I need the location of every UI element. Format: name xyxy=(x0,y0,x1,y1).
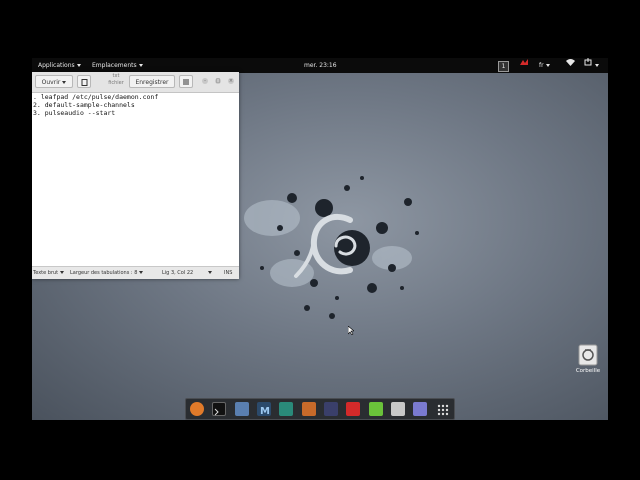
language-selector[interactable]: fr xyxy=(539,58,550,73)
menu-icon xyxy=(183,79,189,85)
language-label: fr xyxy=(539,62,544,69)
text-line: 3. pulseaudio --start xyxy=(33,109,116,117)
clock[interactable]: mer. 23:16 xyxy=(304,58,337,73)
open-button[interactable]: Ouvrir xyxy=(35,75,73,88)
text-line: 2. default-sample-channels xyxy=(33,101,135,109)
editor-headerbar: Ouvrir txt fichier Enregistrer - □ × xyxy=(32,72,239,93)
power-menu[interactable] xyxy=(584,58,599,73)
save-button[interactable]: Enregistrer xyxy=(129,75,175,88)
hacker-tool-icon[interactable] xyxy=(279,402,293,416)
places-menu[interactable]: Emplacements xyxy=(92,58,143,73)
debian-swirl-wallpaper xyxy=(244,176,419,319)
chevron-down-icon xyxy=(60,271,65,274)
trash-desktop-icon[interactable]: Corbeille xyxy=(570,344,606,374)
chevron-down-icon xyxy=(62,81,67,84)
new-document-button[interactable] xyxy=(77,75,91,88)
terminal-icon[interactable] xyxy=(212,402,226,416)
window-title: txt fichier xyxy=(104,73,128,87)
syntax-selector[interactable]: Texte brut xyxy=(33,267,65,279)
chevron-down-icon xyxy=(545,64,550,67)
mouse-cursor-icon xyxy=(348,326,354,335)
files-icon[interactable] xyxy=(235,402,249,416)
close-icon[interactable]: × xyxy=(228,78,234,84)
screenshot-icon[interactable] xyxy=(391,402,405,416)
text-line: . leafpad /etc/pulse/daemon.conf xyxy=(33,93,159,101)
maximize-icon[interactable]: □ xyxy=(215,78,221,84)
trash-label: Corbeille xyxy=(575,368,601,374)
top-bar: Applications Emplacements mer. 23:16 1 f… xyxy=(32,58,608,73)
applications-label: Applications xyxy=(38,62,75,69)
firefox-icon[interactable] xyxy=(190,402,204,416)
chevron-down-icon xyxy=(208,271,212,274)
faraday-icon[interactable] xyxy=(346,402,360,416)
cursor-position-label: Lig 3, Col 22 xyxy=(162,270,194,276)
workspace-indicator[interactable]: 1 xyxy=(498,61,509,72)
applications-menu[interactable]: Applications xyxy=(38,58,81,73)
open-button-label: Ouvrir xyxy=(41,79,61,86)
text-editor-window[interactable]: Ouvrir txt fichier Enregistrer - □ × . l… xyxy=(32,72,239,279)
syntax-label: Texte brut xyxy=(33,270,59,276)
burpsuite-icon[interactable] xyxy=(302,402,316,416)
notes-icon[interactable] xyxy=(413,402,427,416)
chevron-down-icon xyxy=(139,271,144,274)
redshift-icon[interactable] xyxy=(519,58,529,73)
hamburger-menu-button[interactable] xyxy=(179,75,193,88)
trash-icon xyxy=(578,344,598,366)
chevron-down-icon xyxy=(76,64,81,67)
network-icon[interactable] xyxy=(566,58,575,73)
position-dropdown[interactable] xyxy=(206,267,212,279)
tab-width-selector[interactable]: Largeur des tabulations : 8 xyxy=(70,267,144,279)
tab-width-label: Largeur des tabulations : 8 xyxy=(70,270,138,276)
minimize-icon[interactable]: - xyxy=(202,78,208,84)
malwarebytes-icon[interactable]: M xyxy=(257,402,271,417)
editor-statusbar: Texte brut Largeur des tabulations : 8 L… xyxy=(32,266,239,279)
text-editor-icon[interactable] xyxy=(369,402,383,416)
desktop-screen: Applications Emplacements mer. 23:16 1 f… xyxy=(32,58,608,420)
cursor-position[interactable]: Lig 3, Col 22 xyxy=(162,267,193,279)
app-grid-icon[interactable] xyxy=(436,402,450,416)
armitage-icon[interactable] xyxy=(324,402,338,416)
text-area[interactable]: . leafpad /etc/pulse/daemon.conf 2. defa… xyxy=(32,93,239,267)
dock: M xyxy=(185,398,455,420)
window-title-line2: fichier xyxy=(108,80,124,86)
document-icon xyxy=(81,79,87,86)
chevron-down-icon xyxy=(595,64,599,67)
places-label: Emplacements xyxy=(92,62,137,69)
insert-mode: INS xyxy=(224,270,233,276)
power-icon xyxy=(584,58,592,66)
svg-text:M: M xyxy=(260,406,270,417)
chevron-down-icon xyxy=(138,64,143,67)
window-title-line1: txt xyxy=(112,73,120,79)
workspace-number: 1 xyxy=(498,61,509,72)
